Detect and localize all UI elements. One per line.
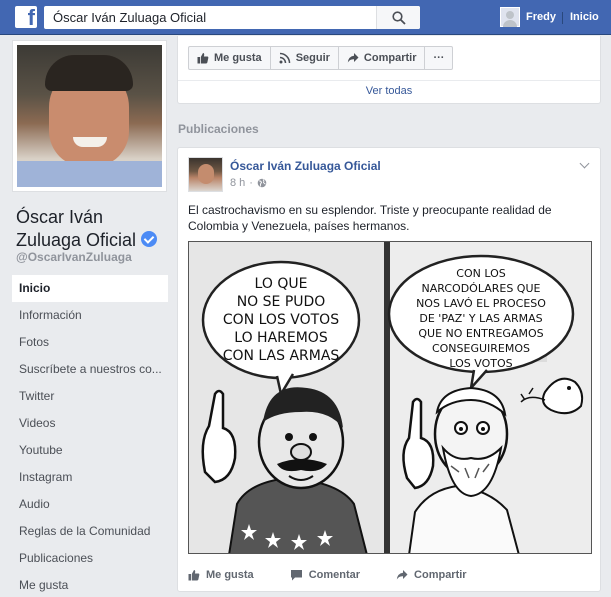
post-text: El castrochavismo en su esplendor. Trist…: [188, 203, 552, 233]
post-share-label: Compartir: [414, 569, 467, 581]
left-bubble-line-3: CON LOS VOTOS: [223, 312, 339, 328]
post-options-chevron-icon[interactable]: [579, 158, 590, 169]
profile-picture[interactable]: [12, 40, 167, 192]
share-page-button[interactable]: Compartir: [337, 46, 426, 70]
thumbs-up-icon: [188, 570, 200, 581]
left-bubble-line-2: NO SE PUDO: [237, 294, 326, 310]
post-like-label: Me gusta: [206, 569, 254, 581]
page-actions-card: Me gusta Seguir Compartir ··· Ver todas: [177, 36, 601, 104]
sidebar-item-youtube[interactable]: Youtube: [12, 437, 168, 464]
post-image-cartoon[interactable]: LO QUE NO SE PUDO CON LOS VOTOS LO HAREM…: [188, 241, 592, 554]
thumbs-up-icon: [197, 53, 209, 64]
top-navigation-bar: f Óscar Iván Zuluaga Oficial Fredy Inici…: [0, 0, 611, 35]
hair-shape: [45, 55, 133, 91]
right-bubble-line-2: NARCODÓLARES QUE: [422, 282, 541, 295]
post-comment-label: Comentar: [308, 569, 361, 581]
follow-button[interactable]: Seguir: [269, 46, 339, 70]
post-card: Óscar Iván Zuluaga Oficial 8 h · El cast…: [177, 147, 601, 592]
post-meta: 8 h ·: [230, 177, 267, 189]
shirt-shape: [17, 161, 162, 187]
left-bubble-line-5: CON LAS ARMAS: [223, 348, 340, 364]
sidebar-item-videos[interactable]: Videos: [12, 410, 168, 437]
sidebar-item-publicaciones[interactable]: Publicaciones: [12, 545, 168, 572]
sidebar-item-me-gusta[interactable]: Me gusta: [12, 572, 168, 597]
post-like-button[interactable]: Me gusta: [188, 569, 254, 581]
left-bubble-line-1: LO QUE: [255, 276, 308, 292]
verified-badge-icon: [141, 231, 158, 247]
sidebar-item-audio[interactable]: Audio: [12, 491, 168, 518]
home-link[interactable]: Inicio: [570, 11, 599, 23]
sidebar-item-instagram[interactable]: Instagram: [12, 464, 168, 491]
post-share-button[interactable]: Compartir: [396, 569, 467, 581]
post-author-avatar[interactable]: [188, 157, 223, 192]
page-name-text[interactable]: Óscar Iván Zuluaga Oficial: [16, 207, 136, 250]
left-bubble-line-4: LO HAREMOS: [234, 330, 328, 346]
search-input[interactable]: Óscar Iván Zuluaga Oficial: [53, 10, 206, 25]
user-avatar[interactable]: [500, 7, 520, 27]
like-page-label: Me gusta: [214, 52, 262, 64]
sidebar-item-suscribete[interactable]: Suscríbete a nuestros co...: [12, 356, 168, 383]
see-all-link[interactable]: Ver todas: [178, 80, 600, 97]
profile-photo: [17, 45, 162, 187]
cartoon-drawing: LO QUE NO SE PUDO CON LOS VOTOS LO HAREM…: [189, 242, 591, 553]
user-profile-link[interactable]: Fredy: [526, 11, 556, 23]
page-action-bar: Me gusta Seguir Compartir ···: [188, 46, 454, 70]
right-bubble-line-1: CON LOS: [456, 267, 505, 280]
like-page-button[interactable]: Me gusta: [188, 46, 271, 70]
post-author-link[interactable]: Óscar Iván Zuluaga Oficial: [230, 159, 381, 173]
more-options-button[interactable]: ···: [424, 46, 454, 70]
follow-label: Seguir: [295, 52, 330, 64]
right-bubble-line-7: LOS VOTOS: [449, 357, 512, 370]
search-icon: [392, 11, 406, 25]
comment-bubble-icon: [290, 570, 302, 581]
smile-shape: [73, 137, 107, 147]
search-box[interactable]: Óscar Iván Zuluaga Oficial: [44, 6, 420, 29]
page-sidebar-nav: Inicio Información Fotos Suscríbete a nu…: [12, 275, 168, 597]
separator-dot: ·: [249, 177, 253, 189]
globe-icon: [257, 178, 267, 188]
sidebar-item-inicio[interactable]: Inicio: [12, 275, 168, 302]
search-button[interactable]: [376, 6, 420, 29]
more-dots-icon: ···: [433, 52, 445, 64]
divider: [562, 12, 563, 24]
share-page-label: Compartir: [363, 52, 417, 64]
sidebar-item-informacion[interactable]: Información: [12, 302, 168, 329]
facebook-logo-icon[interactable]: f: [15, 5, 37, 30]
rss-follow-icon: [279, 52, 290, 64]
page-username[interactable]: @OscarIvanZuluaga: [16, 250, 132, 264]
right-bubble-line-4: DE 'PAZ' Y LAS ARMAS: [419, 312, 542, 325]
share-arrow-icon: [396, 570, 408, 580]
share-arrow-icon: [347, 53, 359, 63]
sidebar-item-twitter[interactable]: Twitter: [12, 383, 168, 410]
page-title[interactable]: Óscar Iván Zuluaga Oficial: [16, 206, 166, 252]
right-bubble-line-6: CONSEGUIREMOS: [432, 342, 530, 355]
sidebar-item-fotos[interactable]: Fotos: [12, 329, 168, 356]
sidebar-item-reglas[interactable]: Reglas de la Comunidad: [12, 518, 168, 545]
section-title-publicaciones: Publicaciones: [178, 122, 259, 136]
right-bubble-line-5: QUE NO ENTREGAMOS: [418, 327, 543, 340]
post-comment-button[interactable]: Comentar: [290, 569, 360, 581]
right-bubble-line-3: NOS LAVÓ EL PROCESO: [416, 297, 546, 310]
post-timestamp[interactable]: 8 h: [230, 177, 245, 189]
post-action-bar: Me gusta Comentar Compartir: [188, 569, 467, 581]
